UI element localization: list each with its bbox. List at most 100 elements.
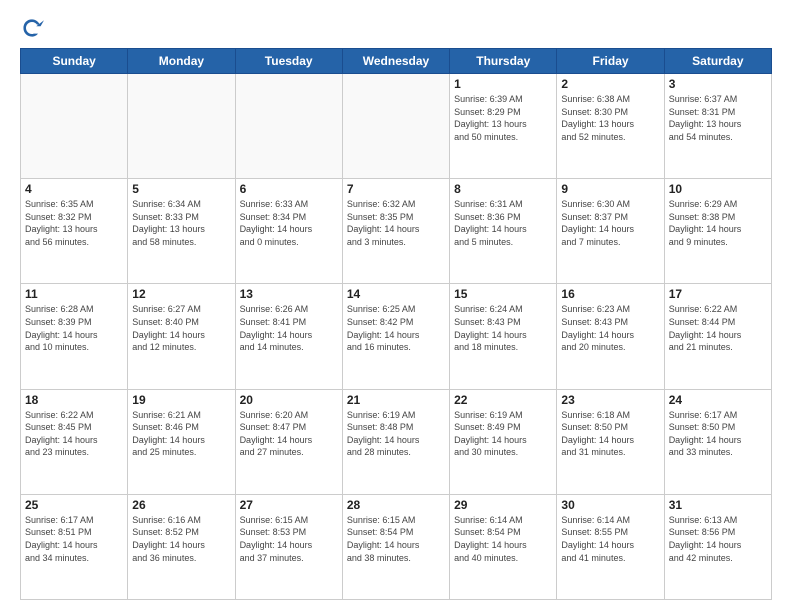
day-number: 10: [669, 182, 767, 196]
day-number: 20: [240, 393, 338, 407]
day-number: 21: [347, 393, 445, 407]
day-number: 8: [454, 182, 552, 196]
day-number: 31: [669, 498, 767, 512]
calendar-cell: 17 Sunrise: 6:22 AM Sunset: 8:44 PM Dayli…: [664, 284, 771, 389]
day-number: 2: [561, 77, 659, 91]
calendar-header: SundayMondayTuesdayWednesdayThursdayFrid…: [21, 49, 772, 74]
day-number: 11: [25, 287, 123, 301]
calendar-cell: 18 Sunrise: 6:22 AM Sunset: 8:45 PM Dayli…: [21, 389, 128, 494]
day-number: 14: [347, 287, 445, 301]
day-number: 30: [561, 498, 659, 512]
day-number: 5: [132, 182, 230, 196]
day-number: 28: [347, 498, 445, 512]
calendar-week-row: 1Sunrise: 6:39 AM Sunset: 8:29 PM Daylig…: [21, 74, 772, 179]
day-number: 24: [669, 393, 767, 407]
day-info: Sunrise: 6:17 AM Sunset: 8:51 PM Dayligh…: [25, 514, 123, 564]
day-number: 1: [454, 77, 552, 91]
calendar-cell: 26Sunrise: 6:16 AM Sunset: 8:52 PM Dayli…: [128, 494, 235, 599]
day-info: Sunrise: 6:19 AM Sunset: 8:48 PM Dayligh…: [347, 409, 445, 459]
weekday-row: SundayMondayTuesdayWednesdayThursdayFrid…: [21, 49, 772, 74]
calendar-week-row: 25 Sunrise: 6:17 AM Sunset: 8:51 PM Dayli…: [21, 494, 772, 599]
day-info: Sunrise: 6:38 AM Sunset: 8:30 PM Dayligh…: [561, 93, 659, 143]
day-info: Sunrise: 6:25 AM Sunset: 8:42 PM Dayligh…: [347, 303, 445, 353]
calendar-cell: 21 Sunrise: 6:19 AM Sunset: 8:48 PM Dayli…: [342, 389, 449, 494]
page: SundayMondayTuesdayWednesdayThursdayFrid…: [0, 0, 792, 612]
calendar-week-row: 4Sunrise: 6:35 AM Sunset: 8:32 PM Daylig…: [21, 179, 772, 284]
day-number: 18: [25, 393, 123, 407]
day-info: Sunrise: 6:14 AM Sunset: 8:54 PM Dayligh…: [454, 514, 552, 564]
day-number: 25: [25, 498, 123, 512]
weekday-header: Thursday: [450, 49, 557, 74]
day-info: Sunrise: 6:14 AM Sunset: 8:55 PM Dayligh…: [561, 514, 659, 564]
day-info: Sunrise: 6:24 AM Sunset: 8:43 PM Dayligh…: [454, 303, 552, 353]
calendar-cell: 2 Sunrise: 6:38 AM Sunset: 8:30 PM Daylig…: [557, 74, 664, 179]
day-info: Sunrise: 6:27 AM Sunset: 8:40 PM Dayligh…: [132, 303, 230, 353]
day-number: 19: [132, 393, 230, 407]
day-number: 4: [25, 182, 123, 196]
calendar-cell: 4Sunrise: 6:35 AM Sunset: 8:32 PM Daylig…: [21, 179, 128, 284]
day-number: 23: [561, 393, 659, 407]
calendar-cell: 25 Sunrise: 6:17 AM Sunset: 8:51 PM Dayli…: [21, 494, 128, 599]
weekday-header: Wednesday: [342, 49, 449, 74]
day-info: Sunrise: 6:21 AM Sunset: 8:46 PM Dayligh…: [132, 409, 230, 459]
calendar-cell: 31Sunrise: 6:13 AM Sunset: 8:56 PM Dayli…: [664, 494, 771, 599]
weekday-header: Monday: [128, 49, 235, 74]
calendar-cell: 27 Sunrise: 6:15 AM Sunset: 8:53 PM Dayli…: [235, 494, 342, 599]
calendar-cell: 1Sunrise: 6:39 AM Sunset: 8:29 PM Daylig…: [450, 74, 557, 179]
day-info: Sunrise: 6:32 AM Sunset: 8:35 PM Dayligh…: [347, 198, 445, 248]
day-info: Sunrise: 6:23 AM Sunset: 8:43 PM Dayligh…: [561, 303, 659, 353]
logo: [20, 16, 48, 40]
calendar-cell: 20 Sunrise: 6:20 AM Sunset: 8:47 PM Dayli…: [235, 389, 342, 494]
day-info: Sunrise: 6:15 AM Sunset: 8:53 PM Dayligh…: [240, 514, 338, 564]
day-number: 12: [132, 287, 230, 301]
calendar-table: SundayMondayTuesdayWednesdayThursdayFrid…: [20, 48, 772, 600]
calendar-week-row: 11 Sunrise: 6:28 AM Sunset: 8:39 PM Dayli…: [21, 284, 772, 389]
calendar-cell: 19 Sunrise: 6:21 AM Sunset: 8:46 PM Dayli…: [128, 389, 235, 494]
calendar-cell: 8 Sunrise: 6:31 AM Sunset: 8:36 PM Daylig…: [450, 179, 557, 284]
calendar-cell: 14 Sunrise: 6:25 AM Sunset: 8:42 PM Dayli…: [342, 284, 449, 389]
day-number: 26: [132, 498, 230, 512]
day-number: 22: [454, 393, 552, 407]
calendar-cell: 11 Sunrise: 6:28 AM Sunset: 8:39 PM Dayli…: [21, 284, 128, 389]
day-info: Sunrise: 6:34 AM Sunset: 8:33 PM Dayligh…: [132, 198, 230, 248]
day-info: Sunrise: 6:19 AM Sunset: 8:49 PM Dayligh…: [454, 409, 552, 459]
day-number: 9: [561, 182, 659, 196]
day-number: 27: [240, 498, 338, 512]
day-info: Sunrise: 6:31 AM Sunset: 8:36 PM Dayligh…: [454, 198, 552, 248]
day-info: Sunrise: 6:37 AM Sunset: 8:31 PM Dayligh…: [669, 93, 767, 143]
day-info: Sunrise: 6:22 AM Sunset: 8:44 PM Dayligh…: [669, 303, 767, 353]
day-number: 13: [240, 287, 338, 301]
weekday-header: Saturday: [664, 49, 771, 74]
calendar-cell: 24Sunrise: 6:17 AM Sunset: 8:50 PM Dayli…: [664, 389, 771, 494]
day-info: Sunrise: 6:15 AM Sunset: 8:54 PM Dayligh…: [347, 514, 445, 564]
day-number: 16: [561, 287, 659, 301]
calendar-cell: [128, 74, 235, 179]
calendar-cell: 23 Sunrise: 6:18 AM Sunset: 8:50 PM Dayli…: [557, 389, 664, 494]
day-info: Sunrise: 6:28 AM Sunset: 8:39 PM Dayligh…: [25, 303, 123, 353]
day-info: Sunrise: 6:26 AM Sunset: 8:41 PM Dayligh…: [240, 303, 338, 353]
calendar-cell: 15 Sunrise: 6:24 AM Sunset: 8:43 PM Dayli…: [450, 284, 557, 389]
day-number: 15: [454, 287, 552, 301]
calendar-cell: 6Sunrise: 6:33 AM Sunset: 8:34 PM Daylig…: [235, 179, 342, 284]
weekday-header: Sunday: [21, 49, 128, 74]
calendar-cell: 28 Sunrise: 6:15 AM Sunset: 8:54 PM Dayli…: [342, 494, 449, 599]
calendar-cell: 30 Sunrise: 6:14 AM Sunset: 8:55 PM Dayli…: [557, 494, 664, 599]
calendar-cell: 7 Sunrise: 6:32 AM Sunset: 8:35 PM Daylig…: [342, 179, 449, 284]
day-info: Sunrise: 6:20 AM Sunset: 8:47 PM Dayligh…: [240, 409, 338, 459]
calendar-cell: 10Sunrise: 6:29 AM Sunset: 8:38 PM Dayli…: [664, 179, 771, 284]
day-info: Sunrise: 6:22 AM Sunset: 8:45 PM Dayligh…: [25, 409, 123, 459]
calendar-week-row: 18 Sunrise: 6:22 AM Sunset: 8:45 PM Dayli…: [21, 389, 772, 494]
weekday-header: Tuesday: [235, 49, 342, 74]
calendar-body: 1Sunrise: 6:39 AM Sunset: 8:29 PM Daylig…: [21, 74, 772, 600]
logo-icon: [20, 16, 44, 40]
calendar-cell: 22 Sunrise: 6:19 AM Sunset: 8:49 PM Dayli…: [450, 389, 557, 494]
calendar-cell: [235, 74, 342, 179]
calendar-cell: 9Sunrise: 6:30 AM Sunset: 8:37 PM Daylig…: [557, 179, 664, 284]
day-number: 7: [347, 182, 445, 196]
calendar-cell: 5 Sunrise: 6:34 AM Sunset: 8:33 PM Daylig…: [128, 179, 235, 284]
day-info: Sunrise: 6:18 AM Sunset: 8:50 PM Dayligh…: [561, 409, 659, 459]
calendar-cell: [342, 74, 449, 179]
day-number: 17: [669, 287, 767, 301]
day-info: Sunrise: 6:33 AM Sunset: 8:34 PM Dayligh…: [240, 198, 338, 248]
calendar-cell: 29Sunrise: 6:14 AM Sunset: 8:54 PM Dayli…: [450, 494, 557, 599]
